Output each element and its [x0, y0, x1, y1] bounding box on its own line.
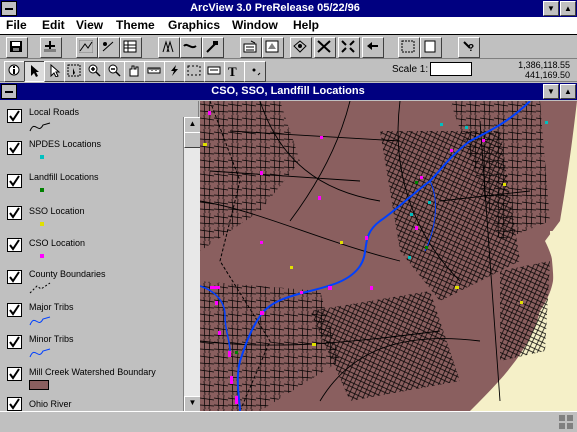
point-symbol-icon: [40, 222, 44, 226]
visibility-checkbox[interactable]: [7, 141, 22, 155]
label-tool-icon[interactable]: [204, 61, 226, 82]
visibility-checkbox[interactable]: [7, 109, 22, 123]
visibility-checkbox[interactable]: [7, 206, 22, 220]
coord-y: 441,169.50: [524, 70, 570, 80]
pan-tool-icon[interactable]: [124, 61, 146, 82]
status-bar: [0, 411, 577, 432]
vertex-edit-tool-icon[interactable]: [44, 61, 66, 82]
visibility-checkbox[interactable]: [7, 335, 22, 349]
app-title: ArcView 3.0 PreRelease 05/22/96: [190, 2, 360, 14]
hotlink-tool-icon[interactable]: [164, 61, 186, 82]
coordinate-readout: 1,386,118.55 441,169.50: [470, 60, 570, 80]
zoom-to-full-extent-button[interactable]: [262, 37, 284, 58]
help-button[interactable]: ?: [458, 37, 480, 58]
select-features-button[interactable]: [398, 37, 420, 58]
view-minimize-icon[interactable]: ▼: [543, 84, 559, 99]
svg-text:T: T: [228, 64, 237, 77]
zoom-in-tool-icon[interactable]: [84, 61, 106, 82]
hammer-button[interactable]: [202, 37, 224, 58]
scroll-up-icon[interactable]: ▲: [184, 117, 201, 133]
point-symbol-icon: [40, 188, 44, 192]
scale-label: Scale 1:: [392, 64, 429, 75]
menu-window[interactable]: Window: [232, 17, 278, 34]
scroll-down-icon[interactable]: ▼: [184, 396, 201, 412]
coord-x: 1,386,118.55: [518, 60, 570, 70]
measure-tool-icon[interactable]: [144, 61, 166, 82]
theme-properties-button[interactable]: [76, 37, 98, 58]
system-menu-icon[interactable]: [1, 1, 17, 16]
save-project-button[interactable]: [6, 37, 28, 58]
point-symbol-icon: [40, 254, 44, 258]
menu-edit[interactable]: Edit: [42, 17, 65, 34]
query-builder-button[interactable]: [240, 37, 262, 58]
map-canvas[interactable]: [200, 101, 577, 411]
edit-legend-button[interactable]: [98, 37, 120, 58]
point-symbol-icon: [40, 155, 44, 159]
add-theme-button[interactable]: [40, 37, 62, 58]
legend-label: Ohio River: [29, 399, 72, 409]
view-system-menu-icon[interactable]: [1, 84, 17, 99]
view-title: CSO, SSO, Landfill Locations: [211, 85, 365, 97]
view-title-bar: CSO, SSO, Landfill Locations ▼ ▲: [0, 83, 577, 100]
menu-bar: File Edit View Theme Graphics Window Hel…: [0, 17, 577, 35]
polygon-symbol-icon: [29, 380, 49, 390]
locate-button[interactable]: [180, 37, 202, 58]
button-bar: ?: [0, 35, 577, 59]
scale-input[interactable]: [430, 62, 472, 76]
clear-selection-button[interactable]: [420, 37, 442, 58]
visibility-checkbox[interactable]: [7, 238, 22, 252]
zoom-previous-button[interactable]: [362, 37, 384, 58]
legend-label: Mill Creek Watershed Boundary: [29, 367, 156, 377]
map-svg: [200, 101, 577, 411]
legend-label: Local Roads: [29, 107, 80, 117]
text-tool-icon[interactable]: T: [224, 61, 246, 82]
legend-label: SSO Location: [29, 206, 85, 216]
select-feature-tool-icon[interactable]: [64, 61, 86, 82]
line-symbol-icon: [29, 316, 51, 326]
visibility-checkbox[interactable]: [7, 367, 22, 381]
legend-scrollbar[interactable]: ▲ ▼: [183, 117, 201, 412]
identify-tool-icon[interactable]: [4, 61, 26, 82]
find-button[interactable]: [158, 37, 180, 58]
table-of-contents: Local Roads NPDES Locations Landfill Loc…: [0, 101, 199, 411]
line-symbol-icon: [29, 122, 51, 132]
menu-graphics[interactable]: Graphics: [168, 17, 220, 34]
dashed-line-symbol-icon: [29, 282, 51, 294]
legend-label: NPDES Locations: [29, 139, 102, 149]
legend-label: Minor Tribs: [29, 334, 74, 344]
visibility-checkbox[interactable]: [7, 303, 22, 317]
maximize-icon[interactable]: ▲: [560, 1, 576, 16]
legend-label: Landfill Locations: [29, 172, 99, 182]
menu-theme[interactable]: Theme: [116, 17, 155, 34]
zoom-to-themes-button[interactable]: [290, 37, 312, 58]
zoom-in-center-button[interactable]: [338, 37, 360, 58]
resize-grip-icon[interactable]: [559, 415, 573, 429]
menu-view[interactable]: View: [76, 17, 103, 34]
menu-help[interactable]: Help: [293, 17, 319, 34]
view-maximize-icon[interactable]: ▲: [560, 84, 576, 99]
visibility-checkbox[interactable]: [7, 397, 22, 411]
line-symbol-icon: [29, 348, 51, 358]
scroll-thumb[interactable]: [184, 132, 201, 148]
svg-text:?: ?: [468, 43, 474, 53]
legend-label: County Boundaries: [29, 269, 106, 279]
legend-label: CSO Location: [29, 238, 86, 248]
zoom-out-tool-icon[interactable]: [104, 61, 126, 82]
zoom-to-selected-button[interactable]: [314, 37, 336, 58]
open-table-button[interactable]: [120, 37, 142, 58]
draw-point-tool-icon[interactable]: [244, 61, 266, 82]
visibility-checkbox[interactable]: [7, 174, 22, 188]
menu-file[interactable]: File: [6, 17, 27, 34]
legend-label: Major Tribs: [29, 302, 74, 312]
visibility-checkbox[interactable]: [7, 270, 22, 284]
tool-bar: T Scale 1: 1,386,118.55 441,169.50: [0, 59, 577, 82]
area-of-interest-tool-icon[interactable]: [184, 61, 206, 82]
minimize-icon[interactable]: ▼: [543, 1, 559, 16]
pointer-tool-icon[interactable]: [24, 61, 46, 82]
app-title-bar: ArcView 3.0 PreRelease 05/22/96 ▼ ▲: [0, 0, 577, 17]
